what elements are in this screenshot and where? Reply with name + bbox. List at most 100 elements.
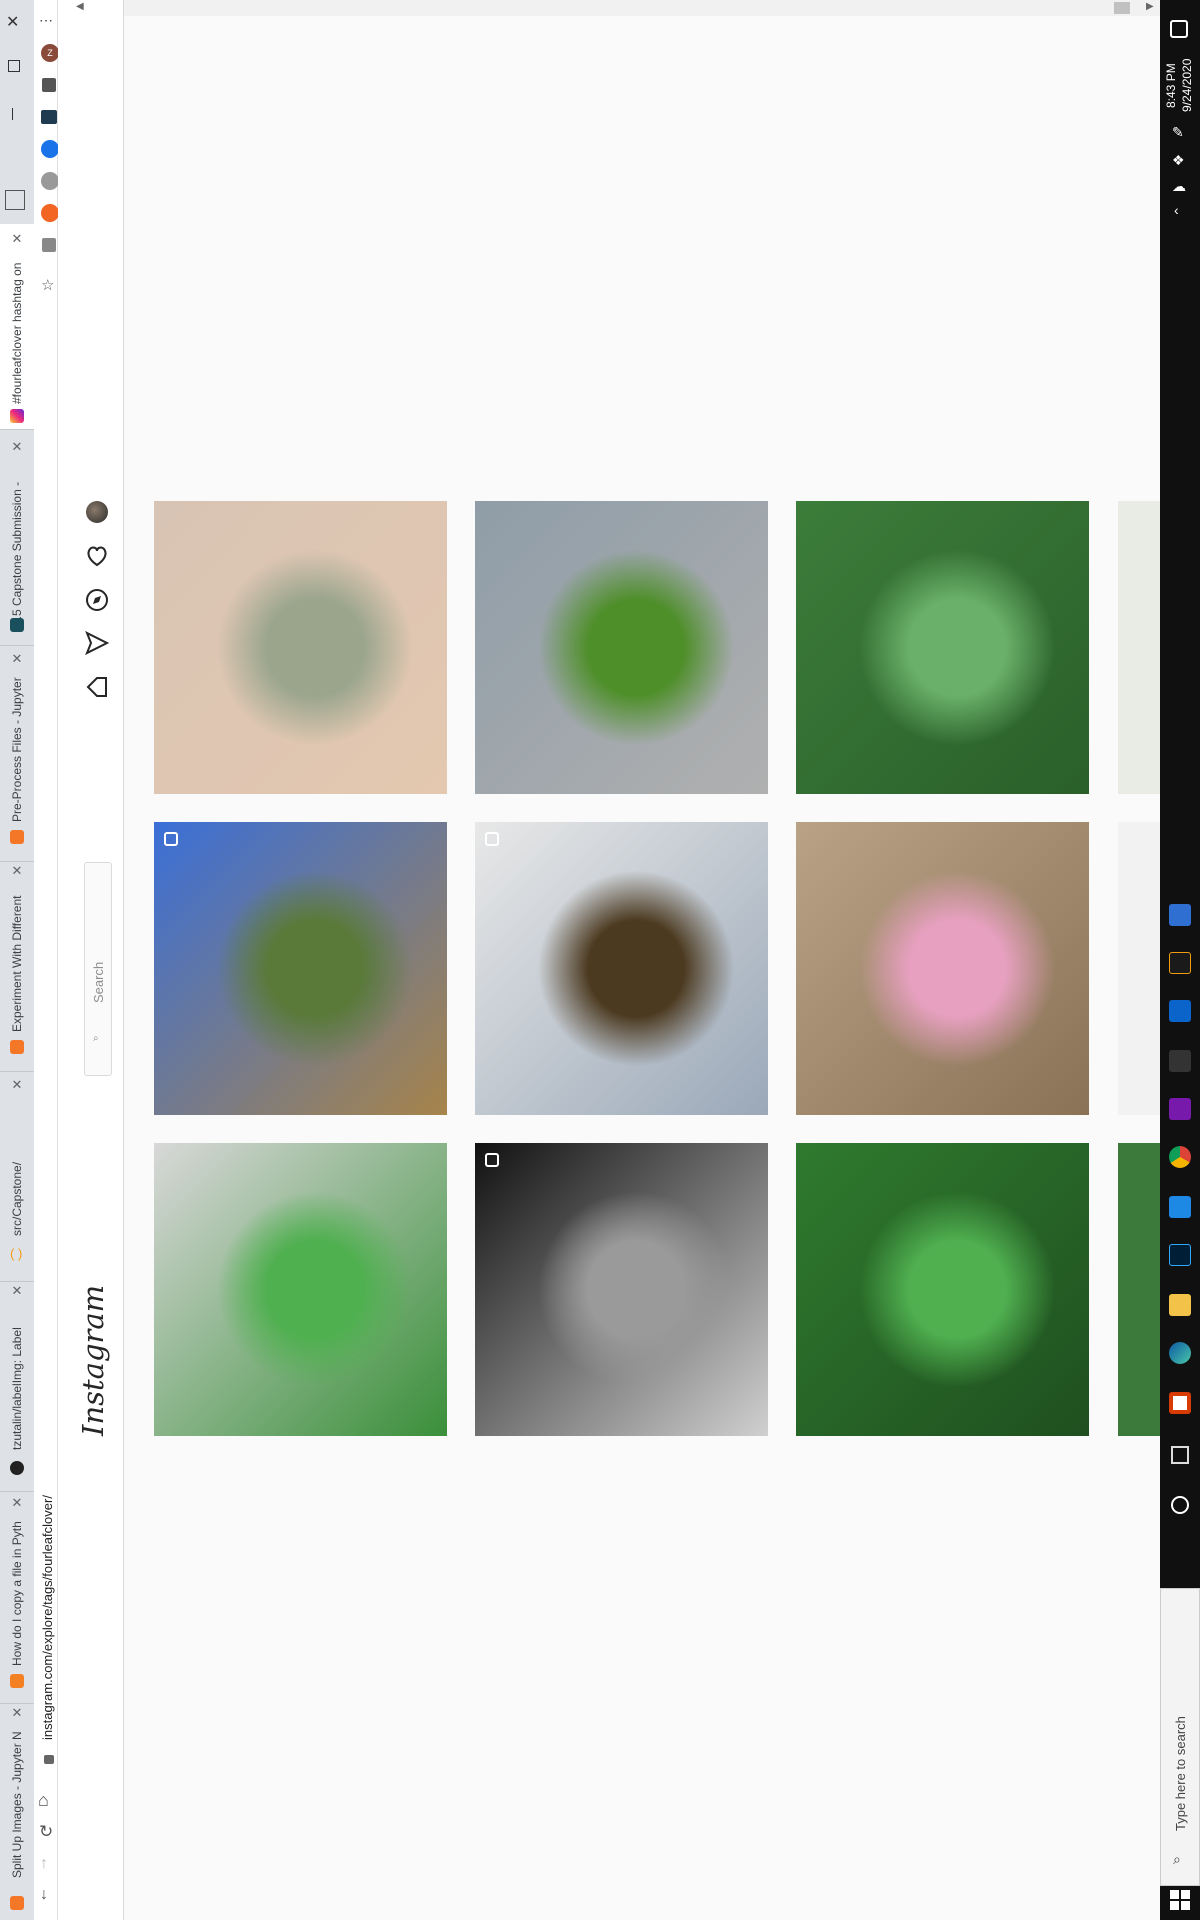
post-tile-partial[interactable] [1118, 1143, 1160, 1436]
post-tile-kids-walking-path[interactable] [796, 822, 1089, 1115]
horizontal-scrollbar[interactable]: ◀ ▶ [76, 0, 1160, 16]
tab-label: src/Capstone/ [10, 1161, 24, 1236]
close-tab-icon[interactable]: ✕ [10, 1706, 24, 1720]
notification-icon[interactable] [1170, 20, 1188, 38]
heart-icon[interactable] [84, 543, 110, 569]
tab-label: tzutalin/labelImg: Label [10, 1327, 24, 1450]
tab-preprocess[interactable]: ✕ Pre-Process Files - Jupyter [0, 652, 34, 862]
minimize-window-button[interactable] [12, 108, 13, 120]
close-tab-icon[interactable]: ✕ [10, 652, 24, 666]
post-tile-clover-in-book[interactable] [475, 822, 768, 1115]
star-icon[interactable]: ☆ [41, 276, 54, 294]
avatar-icon[interactable] [86, 501, 108, 523]
office-icon[interactable] [1169, 1392, 1191, 1414]
cortana-icon[interactable] [1171, 1496, 1189, 1514]
post-tile-clover-on-rock[interactable] [475, 501, 768, 794]
close-tab-icon[interactable]: ✕ [10, 864, 24, 878]
tab-label: Pre-Process Files - Jupyter [10, 677, 24, 822]
tab-label: #fourleafclover hashtag on [10, 262, 24, 404]
close-tab-icon[interactable]: ✕ [10, 440, 24, 454]
restore-window-button[interactable] [8, 60, 20, 72]
back-arrow-icon[interactable]: ↓ [40, 1886, 48, 1904]
graph-icon[interactable] [41, 110, 57, 124]
ext-orange-icon[interactable] [41, 204, 59, 222]
post-tile-clover-patch[interactable] [796, 1143, 1089, 1436]
home-icon[interactable] [84, 674, 110, 700]
capstone-favicon-icon [10, 618, 24, 632]
clock-date[interactable]: 9/24/2020 [1180, 59, 1194, 112]
tab-labelimg[interactable]: ✕ tzutalin/labelImg: Label [0, 1284, 34, 1492]
ext-circle-icon[interactable] [41, 172, 59, 190]
close-tab-icon[interactable]: ✕ [10, 1078, 24, 1092]
post-tile-partial[interactable] [1118, 501, 1160, 794]
chrome-icon[interactable] [1169, 1146, 1191, 1168]
menu-icon[interactable]: ⋯ [39, 12, 53, 29]
taskbar-search[interactable]: Type here to search ⌕ [1160, 1588, 1200, 1886]
vscode-icon[interactable] [1169, 1196, 1191, 1218]
jupyter-favicon-icon [10, 1896, 24, 1910]
multiple-posts-icon [164, 832, 178, 846]
scroll-right-arrow[interactable]: ▶ [1146, 1, 1154, 12]
tab-copy-file[interactable]: ✕ How do I copy a file in Pyth [0, 1494, 34, 1704]
instagram-favicon-icon [10, 409, 24, 423]
close-tab-icon[interactable]: ✕ [10, 1284, 24, 1298]
stackoverflow-favicon-icon [10, 1674, 24, 1688]
explore-grid-area [124, 0, 1160, 1920]
tab-capstone[interactable]: ✕ 3.5 Capstone Submission - [0, 436, 34, 646]
puzzle-icon[interactable] [42, 78, 56, 92]
forward-arrow-icon[interactable]: ↑ [40, 1855, 48, 1873]
close-tab-icon[interactable]: ✕ [10, 1496, 24, 1510]
brackets-favicon-icon: ( ) [10, 1246, 23, 1261]
search-field[interactable]: Search ⌕ [84, 862, 112, 1076]
explore-icon[interactable] [84, 587, 110, 613]
files-icon[interactable] [1169, 1294, 1191, 1316]
url-bar[interactable]: instagram.com/explore/tags/fourleafclove… [40, 1495, 55, 1740]
brackets-icon[interactable] [1169, 952, 1191, 974]
outlook-icon[interactable] [1169, 1000, 1191, 1022]
post-tile-smiling-man-bw[interactable] [475, 1143, 768, 1436]
multiple-posts-icon [485, 1153, 499, 1167]
taskbar-search-placeholder: Type here to search [1173, 1716, 1188, 1831]
profile-icon[interactable]: Z [41, 44, 59, 62]
home-icon[interactable]: ⌂ [38, 1790, 49, 1811]
tab-experiment[interactable]: ✕ Experiment With Different [0, 864, 34, 1072]
tab-strip: ✕ ✕ #fourleafclover hashtag on ✕ 3.5 Cap… [0, 0, 34, 1920]
search-placeholder: Search [91, 961, 106, 1003]
close-tab-icon[interactable]: ✕ [10, 232, 24, 246]
clock-time[interactable]: 8:43 PM [1164, 63, 1178, 108]
post-tile-palm-trees-sky[interactable] [154, 822, 447, 1115]
onenote-icon[interactable] [1169, 1098, 1191, 1120]
close-window-button[interactable]: ✕ [6, 12, 19, 32]
cloud-icon[interactable]: ☁ [1172, 178, 1186, 195]
photoshop-icon[interactable] [1169, 1244, 1191, 1266]
terminal-icon[interactable] [1169, 1050, 1191, 1072]
post-tile-clover-cookies[interactable] [154, 1143, 447, 1436]
calculator-icon[interactable] [1169, 904, 1191, 926]
start-icon[interactable] [1170, 1890, 1190, 1910]
dropbox-icon[interactable]: ❖ [1172, 152, 1185, 169]
tab-split-images[interactable]: ✕ Split Up Images - Jupyter N [0, 1706, 34, 1920]
tab-label: How do I copy a file in Pyth [10, 1521, 24, 1666]
ext-blue-icon[interactable] [41, 140, 59, 158]
post-tile-child-holding-clover[interactable] [154, 501, 447, 794]
pen-icon[interactable]: ✎ [1172, 124, 1184, 141]
new-tab-icon[interactable] [5, 190, 25, 210]
post-tile-partial[interactable] [1118, 822, 1160, 1115]
search-icon: ⌕ [93, 1033, 99, 1044]
chevron-icon[interactable]: ‹ [1174, 202, 1179, 218]
tab-src-capstone[interactable]: ✕ src/Capstone/ ( ) [0, 1076, 34, 1282]
jupyter-favicon-icon [10, 830, 24, 844]
edge-icon[interactable] [1169, 1342, 1191, 1364]
instagram-logo[interactable]: Instagram [76, 1285, 110, 1436]
post-tile-green-clover-leaves[interactable] [796, 501, 1089, 794]
scroll-thumb[interactable] [1114, 2, 1130, 14]
reload-icon[interactable]: ↻ [39, 1822, 53, 1842]
ext-gray-icon[interactable] [42, 238, 56, 252]
multiple-posts-icon [485, 832, 499, 846]
scroll-left-arrow[interactable]: ◀ [76, 1, 84, 12]
lock-icon[interactable] [44, 1755, 54, 1764]
browser-toolbar: ⋯ Z ☆ instagram.com/explore/tags/fourlea… [34, 0, 59, 1920]
tab-instagram[interactable]: ✕ #fourleafclover hashtag on [0, 224, 34, 430]
direct-icon[interactable] [84, 630, 110, 656]
taskview-icon[interactable] [1171, 1446, 1189, 1464]
